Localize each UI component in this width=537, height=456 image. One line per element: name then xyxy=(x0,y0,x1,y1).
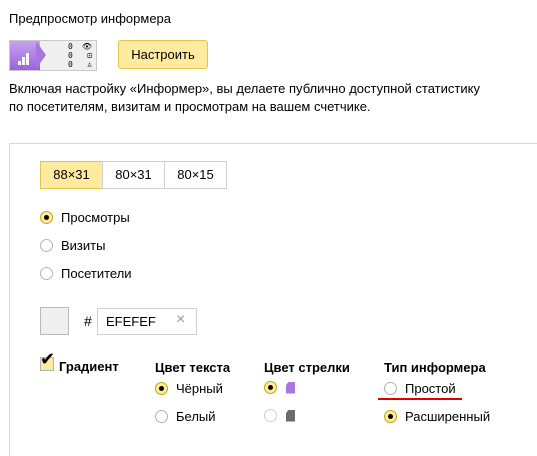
radio-button[interactable] xyxy=(384,382,397,395)
informer-arrow xyxy=(36,41,46,69)
metric-option-visits[interactable]: Визиты xyxy=(40,238,105,253)
bar-chart-icon xyxy=(18,53,30,65)
radio-button[interactable] xyxy=(264,409,277,422)
radio-button[interactable] xyxy=(264,381,277,394)
informer-description: Включая настройку «Информер», вы делаете… xyxy=(9,81,480,114)
arrow-color-option-gray[interactable] xyxy=(264,409,295,422)
text-color-label: Чёрный xyxy=(176,381,223,396)
arrow-color-title: Цвет стрелки xyxy=(264,360,350,375)
size-option-80x31[interactable]: 80×31 xyxy=(102,161,165,189)
preview-title: Предпросмотр информера xyxy=(9,11,172,26)
purple-arrow-icon xyxy=(286,381,295,394)
informer-type-label: Расширенный xyxy=(405,409,491,424)
user-icon: ♙ xyxy=(87,60,92,69)
radio-button[interactable] xyxy=(384,410,397,423)
radio-button[interactable] xyxy=(40,239,53,252)
informer-type-label: Простой xyxy=(405,381,456,396)
color-swatch[interactable] xyxy=(40,307,69,335)
arrow-color-option-purple[interactable] xyxy=(264,381,295,394)
text-color-option-black[interactable]: Чёрный xyxy=(155,381,223,396)
text-color-title: Цвет текста xyxy=(155,360,231,375)
informer-row-views: 0 👁 xyxy=(68,42,92,51)
gray-arrow-icon xyxy=(286,409,295,422)
text-color-option-white[interactable]: Белый xyxy=(155,409,216,424)
informer-type-option-extended[interactable]: Расширенный xyxy=(384,409,490,424)
size-selector: 88×31 80×31 80×15 xyxy=(40,161,227,189)
text-color-label: Белый xyxy=(176,409,216,424)
eye-icon: 👁 xyxy=(81,42,92,51)
hash-symbol: # xyxy=(84,313,92,329)
metric-option-views[interactable]: Просмотры xyxy=(40,210,130,225)
informer-row-visitors: 0 ♙ xyxy=(68,60,92,69)
red-underline xyxy=(378,398,462,400)
informer-counters: 0 👁 0 ⊡ 0 ♙ xyxy=(68,42,92,69)
radio-button[interactable] xyxy=(155,410,168,423)
metric-label: Посетители xyxy=(61,266,132,281)
informer-type-title: Тип информера xyxy=(384,360,486,375)
radio-button[interactable] xyxy=(155,382,168,395)
metric-label: Просмотры xyxy=(61,210,130,225)
informer-preview: 0 👁 0 ⊡ 0 ♙ xyxy=(9,40,97,71)
clear-icon[interactable]: × xyxy=(176,312,190,328)
gradient-label: Градиент xyxy=(59,359,119,374)
informer-type-option-simple[interactable]: Простой xyxy=(384,381,456,396)
radio-button[interactable] xyxy=(40,211,53,224)
visits-icon: ⊡ xyxy=(87,51,92,60)
informer-row-visits: 0 ⊡ xyxy=(68,51,92,60)
metric-option-visitors[interactable]: Посетители xyxy=(40,266,132,281)
size-option-88x31[interactable]: 88×31 xyxy=(40,161,103,189)
size-option-80x15[interactable]: 80×15 xyxy=(164,161,227,189)
radio-button[interactable] xyxy=(40,267,53,280)
checkmark-icon: ✔ xyxy=(40,349,56,369)
metric-label: Визиты xyxy=(61,238,106,253)
configure-button[interactable]: Настроить xyxy=(118,40,208,69)
